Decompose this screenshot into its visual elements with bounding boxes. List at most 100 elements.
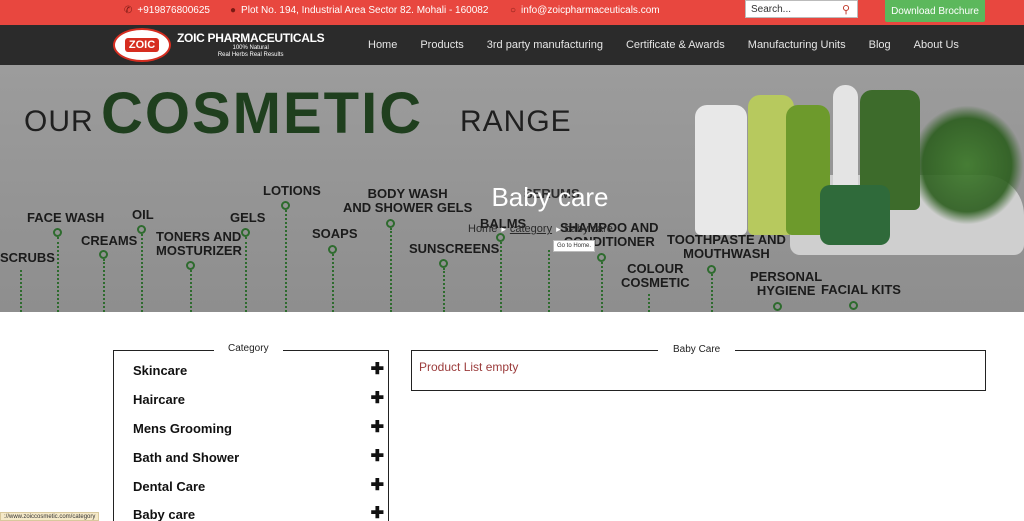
dot xyxy=(597,253,606,262)
stem xyxy=(285,210,287,312)
stem xyxy=(20,270,22,312)
stem xyxy=(548,250,550,312)
stem xyxy=(141,234,143,312)
nav-links: Home Products 3rd party manufacturing Ce… xyxy=(368,25,982,65)
sidebar-item-label: Baby care xyxy=(133,506,196,521)
brand-logo[interactable]: ZOIC ZOIC PHARMACEUTICALS 100% Natural R… xyxy=(113,28,325,62)
plus-icon[interactable]: ✚ xyxy=(371,506,384,521)
brand-tagline-2: Real Herbs Real Results xyxy=(217,52,284,58)
sidebar-item-label: Mens Grooming xyxy=(133,420,232,436)
address-contact: ● Plot No. 194, Industrial Area Sector 8… xyxy=(230,0,488,20)
hero-label-sunscreens: SUNSCREENS xyxy=(409,241,500,256)
dot xyxy=(99,250,108,259)
panel-legend: Baby Care xyxy=(658,344,736,355)
stem xyxy=(500,242,502,312)
plus-icon[interactable]: ✚ xyxy=(371,478,384,494)
address-text: Plot No. 194, Industrial Area Sector 82.… xyxy=(241,4,489,16)
hero-label-gels: GELS xyxy=(230,210,266,225)
hero-range: RANGE xyxy=(460,105,572,138)
dot xyxy=(241,228,250,237)
sidebar-item-label: Dental Care xyxy=(133,478,206,494)
logo-badge-text: ZOIC xyxy=(124,38,160,52)
chevron-right-icon: ▸ xyxy=(501,223,506,234)
search-icon[interactable]: ⚲ xyxy=(838,1,854,17)
hero-our: OUR xyxy=(24,105,94,138)
dot xyxy=(328,245,337,254)
email-contact[interactable]: ○ info@zoicpharmaceuticals.com xyxy=(510,0,660,20)
empty-message: Product List empty xyxy=(419,360,519,374)
hero-banner: OUR COSMETIC RANGE SCRUBS FACE WASH CREA… xyxy=(0,65,1024,312)
chevron-right-icon: ▸ xyxy=(556,223,561,234)
sidebar-item-label: Haircare xyxy=(133,391,186,407)
hero-cosmetic: COSMETIC xyxy=(101,81,424,146)
phone-icon: ✆ xyxy=(124,4,133,16)
chat-icon: ○ xyxy=(510,4,517,16)
main-navbar: ZOIC ZOIC PHARMACEUTICALS 100% Natural R… xyxy=(0,25,1024,65)
nav-products[interactable]: Products xyxy=(420,39,463,51)
breadcrumb-current: baby care xyxy=(564,223,613,235)
phone-number: +919876800625 xyxy=(137,4,210,16)
dot xyxy=(53,228,62,237)
email-address: info@zoicpharmaceuticals.com xyxy=(521,4,660,16)
logo-text: ZOIC PHARMACEUTICALS 100% Natural Real H… xyxy=(177,31,325,58)
dot xyxy=(386,219,395,228)
sidebar-item-label: Skincare xyxy=(133,362,188,378)
stem xyxy=(443,268,445,312)
phone-contact[interactable]: ✆ +919876800625 xyxy=(124,0,210,20)
stem xyxy=(190,270,192,312)
sidebar-item-label: Bath and Shower xyxy=(133,449,240,465)
hero-label-colour: COLOUR COSMETIC xyxy=(621,261,690,290)
product-list-panel: Baby Care Product List empty xyxy=(411,344,986,391)
stem xyxy=(103,259,105,312)
sidebar-item-mens-grooming[interactable]: Mens Grooming ✚ xyxy=(133,418,384,438)
search-box: ⚲ xyxy=(745,0,858,18)
top-contact-bar: ✆ +919876800625 ● Plot No. 194, Industri… xyxy=(0,0,1024,25)
sidebar-item-haircare[interactable]: Haircare ✚ xyxy=(133,389,384,409)
status-bar-url: ://www.zoiccosmetic.com/category xyxy=(0,512,100,521)
sidebar-item-dental-care[interactable]: Dental Care ✚ xyxy=(133,476,384,496)
brand-tagline-1: 100% Natural xyxy=(232,45,269,51)
nav-third-party[interactable]: 3rd party manufacturing xyxy=(487,39,603,51)
nav-manufacturing[interactable]: Manufacturing Units xyxy=(748,39,846,51)
stem xyxy=(601,262,603,312)
nav-home[interactable]: Home xyxy=(368,39,397,51)
dot xyxy=(439,259,448,268)
dot xyxy=(849,301,858,310)
map-pin-icon: ● xyxy=(230,4,237,16)
breadcrumb-home[interactable]: Home xyxy=(468,223,497,235)
sidebar-item-bath-shower[interactable]: Bath and Shower ✚ xyxy=(133,447,384,467)
breadcrumb-category[interactable]: category xyxy=(510,223,552,235)
hero-label-toners: TONERS AND MOSTURIZER xyxy=(156,229,242,258)
hero-label-creams: CREAMS xyxy=(81,233,138,248)
nav-blog[interactable]: Blog xyxy=(869,39,891,51)
sidebar-item-skincare[interactable]: Skincare ✚ xyxy=(133,360,384,380)
nav-about[interactable]: About Us xyxy=(914,39,959,51)
stem xyxy=(390,228,392,312)
stem xyxy=(332,254,334,312)
sidebar-item-baby-care[interactable]: Baby care ✚ xyxy=(133,504,384,521)
hero-label-personal: PERSONAL HYGIENE xyxy=(750,269,823,298)
stem xyxy=(57,237,59,312)
home-tooltip: Go to Home. xyxy=(553,240,596,252)
hero-label-toothpaste: TOOTHPASTE AND MOUTHWASH xyxy=(667,232,786,261)
hero-label-facial: FACIAL KITS xyxy=(821,282,901,297)
hero-label-soaps: SOAPS xyxy=(312,226,358,241)
stem xyxy=(711,274,713,312)
search-input[interactable] xyxy=(746,3,838,15)
sidebar-legend: Category xyxy=(214,343,283,354)
hero-label-face-wash: FACE WASH xyxy=(27,210,105,225)
category-sidebar: Category Skincare ✚ Haircare ✚ Mens Groo… xyxy=(113,343,389,521)
nav-certificates[interactable]: Certificate & Awards xyxy=(626,39,725,51)
dot xyxy=(707,265,716,274)
brand-name: ZOIC PHARMACEUTICALS xyxy=(177,31,325,45)
plus-icon[interactable]: ✚ xyxy=(371,362,384,378)
download-brochure-button[interactable]: Download Brochure xyxy=(885,0,985,22)
plus-icon[interactable]: ✚ xyxy=(371,420,384,436)
dot xyxy=(773,302,782,311)
stem xyxy=(245,237,247,312)
dot xyxy=(137,225,146,234)
page-title: Baby care xyxy=(491,182,609,212)
plus-icon[interactable]: ✚ xyxy=(371,449,384,465)
hero-label-scrubs: SCRUBS xyxy=(0,250,55,265)
plus-icon[interactable]: ✚ xyxy=(371,391,384,407)
